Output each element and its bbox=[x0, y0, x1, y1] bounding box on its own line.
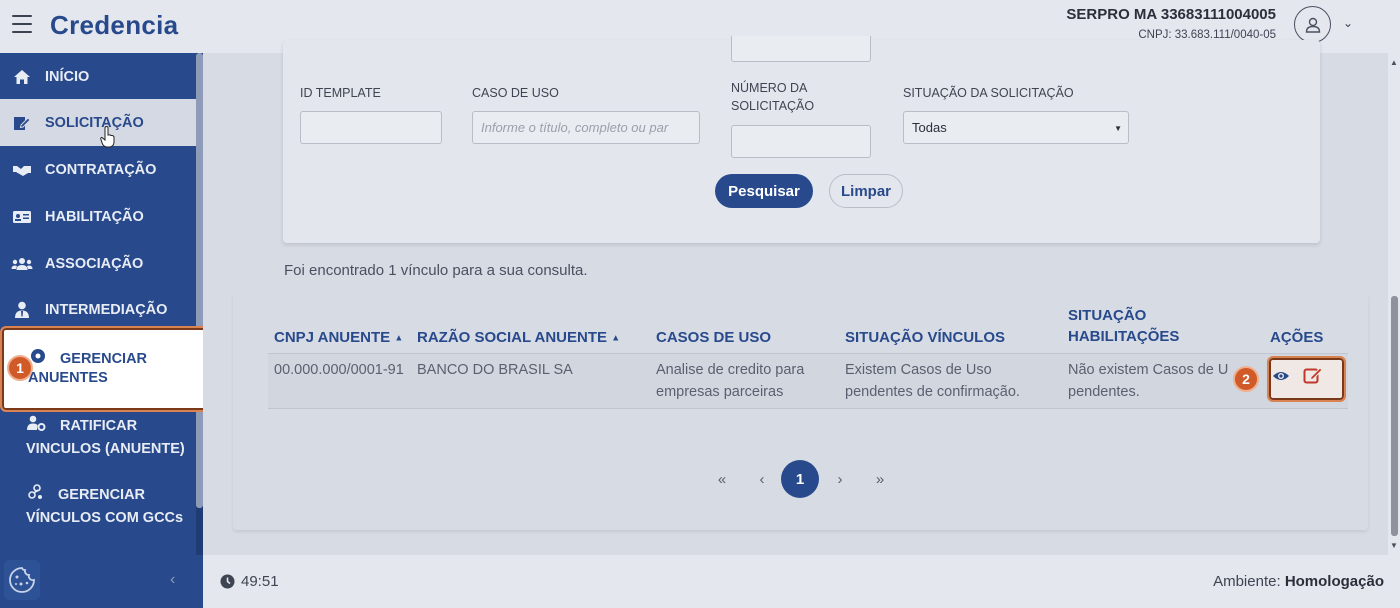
header-line1: SITUAÇÃO bbox=[1068, 307, 1147, 324]
column-header-cnpj[interactable]: CNPJ ANUENTE ▲ bbox=[274, 327, 403, 349]
previous-filter-field[interactable] bbox=[731, 36, 871, 62]
sidebar-subitem-line2: VÍNCULOS COM GCCs bbox=[26, 510, 184, 526]
home-icon bbox=[11, 69, 33, 85]
sidebar-subitem-line1: RATIFICAR bbox=[60, 418, 138, 435]
pagination-last[interactable]: » bbox=[870, 460, 890, 498]
column-header-label: CNPJ ANUENTE bbox=[274, 329, 391, 346]
environment-indicator: Ambiente: Homologação bbox=[1213, 573, 1384, 590]
numero-label-line2: SOLICITAÇÃO bbox=[731, 99, 815, 113]
header-line2: HABILITAÇÕES bbox=[1068, 328, 1180, 345]
sort-asc-icon: ▲ bbox=[394, 332, 404, 343]
chevron-down-icon[interactable]: ⌄ bbox=[1343, 16, 1353, 30]
link-group-icon bbox=[26, 484, 48, 507]
organization-name: SERPRO MA 33683111004005 bbox=[1066, 6, 1276, 23]
column-header-label: RAZÃO SOCIAL ANUENTE bbox=[417, 329, 608, 346]
cell-line1: Não existem Casos de U bbox=[1068, 362, 1229, 378]
user-tie-icon bbox=[11, 301, 33, 318]
step-marker-1: 1 bbox=[7, 355, 33, 381]
cell-cnpj: 00.000.000/0001-91 bbox=[274, 362, 404, 378]
sidebar-item-label: HABILITAÇÃO bbox=[45, 208, 144, 225]
caret-down-icon: ▼ bbox=[1114, 124, 1122, 133]
sidebar-item-label: INTERMEDIAÇÃO bbox=[45, 301, 168, 318]
sidebar-item-label: SOLICITAÇÃO bbox=[45, 114, 144, 131]
sidebar-item-inicio[interactable]: INÍCIO bbox=[0, 53, 196, 100]
main-scrollbar[interactable]: ▲ ▼ bbox=[1388, 53, 1400, 555]
situacao-selected-value: Todas bbox=[912, 120, 947, 135]
sidebar-scrollbar-thumb[interactable] bbox=[196, 53, 203, 508]
gerenciar-anuentes-line1: GERENCIAR bbox=[60, 351, 148, 367]
sidebar-item-solicitacao[interactable]: SOLICITAÇÃO bbox=[0, 99, 196, 146]
sidebar-item-contratacao[interactable]: CONTRATAÇÃO bbox=[0, 146, 196, 193]
sidebar-item-label: CONTRATAÇÃO bbox=[45, 161, 157, 178]
cookie-icon[interactable] bbox=[4, 560, 40, 600]
cell-razao-social: BANCO DO BRASIL SA bbox=[417, 362, 573, 378]
column-header-acoes: AÇÕES bbox=[1270, 329, 1324, 346]
session-timer-value: 49:51 bbox=[241, 573, 279, 590]
id-card-icon bbox=[11, 210, 33, 224]
cell-situacao-vinculos: Existem Casos de Uso pendentes de confir… bbox=[845, 359, 1020, 403]
situacao-solicitacao-select[interactable]: Todas ▼ bbox=[903, 111, 1129, 144]
hand-cursor-icon bbox=[100, 125, 116, 153]
sidebar-item-associacao[interactable]: ASSOCIAÇÃO bbox=[0, 240, 196, 287]
sidebar-subitem-line1: GERENCIAR bbox=[58, 487, 146, 504]
cell-line1: Analise de credito para bbox=[656, 362, 805, 378]
sidebar-item-label: INÍCIO bbox=[45, 68, 90, 85]
environment-label: Ambiente: bbox=[1213, 573, 1281, 590]
menu-hamburger-icon[interactable] bbox=[12, 15, 32, 33]
column-header-razao-social[interactable]: RAZÃO SOCIAL ANUENTE ▲ bbox=[417, 327, 620, 349]
numero-solicitacao-input[interactable] bbox=[731, 125, 871, 158]
user-cog-icon bbox=[26, 415, 48, 438]
clear-button[interactable]: Limpar bbox=[829, 174, 903, 208]
collapse-sidebar-icon[interactable]: ‹ bbox=[170, 571, 175, 589]
caso-uso-label: CASO DE USO bbox=[472, 86, 559, 100]
clock-icon bbox=[220, 574, 235, 589]
search-button[interactable]: Pesquisar bbox=[715, 174, 813, 208]
pagination-prev[interactable]: ‹ bbox=[752, 460, 772, 498]
result-message: Foi encontrado 1 vínculo para a sua cons… bbox=[284, 262, 588, 279]
sidebar-subitem-line2: VINCULOS (ANUENTE) bbox=[26, 441, 185, 457]
sidebar-item-gerenciar-vinculos-gcc[interactable]: GERENCIAR VÍNCULOS COM GCCs bbox=[0, 484, 196, 529]
app-logo[interactable]: Credencia bbox=[50, 10, 178, 41]
sidebar-item-habilitacao[interactable]: HABILITAÇÃO bbox=[0, 193, 196, 240]
column-header-situacao-habilitacoes: SITUAÇÃO HABILITAÇÕES bbox=[1068, 305, 1179, 347]
id-template-input[interactable] bbox=[300, 111, 442, 144]
edit-pencil-icon[interactable] bbox=[1303, 366, 1323, 389]
column-header-casos-uso: CASOS DE USO bbox=[656, 329, 772, 346]
session-timer: 49:51 bbox=[220, 573, 279, 590]
organization-info: SERPRO MA 33683111004005 CNPJ: 33.683.11… bbox=[1066, 6, 1276, 41]
cell-line2: pendentes de confirmação. bbox=[845, 384, 1020, 400]
cell-line1: Existem Casos de Uso bbox=[845, 362, 992, 378]
handshake-icon bbox=[11, 163, 33, 177]
edit-document-icon bbox=[11, 115, 33, 131]
cell-situacao-habilitacoes: Não existem Casos de U pendentes. bbox=[1068, 359, 1234, 403]
users-icon bbox=[11, 257, 33, 271]
numero-label-line1: NÚMERO DA bbox=[731, 81, 808, 95]
id-template-label: ID TEMPLATE bbox=[300, 86, 381, 100]
pagination-page-current[interactable]: 1 bbox=[781, 460, 819, 498]
sort-asc-icon: ▲ bbox=[611, 332, 621, 343]
sidebar-footer: ‹ bbox=[0, 555, 203, 608]
step-marker-2: 2 bbox=[1233, 366, 1259, 392]
cell-casos-uso: Analise de credito para empresas parceir… bbox=[656, 359, 804, 403]
scroll-down-icon[interactable]: ▼ bbox=[1390, 541, 1398, 550]
situacao-solicitacao-label: SITUAÇÃO DA SOLICITAÇÃO bbox=[903, 86, 1074, 100]
environment-value: Homologação bbox=[1284, 573, 1384, 590]
caso-uso-input[interactable]: Informe o título, completo ou par bbox=[472, 111, 700, 144]
view-eye-icon[interactable] bbox=[1272, 369, 1290, 388]
gerenciar-anuentes-line2: ANUENTES bbox=[28, 370, 108, 386]
cell-line2: empresas parceiras bbox=[656, 384, 784, 400]
main-scrollbar-thumb[interactable] bbox=[1391, 296, 1398, 536]
sidebar-item-label: ASSOCIAÇÃO bbox=[45, 255, 144, 272]
numero-solicitacao-label: NÚMERO DA SOLICITAÇÃO bbox=[731, 79, 814, 115]
footer: 49:51 Ambiente: Homologação bbox=[203, 555, 1400, 608]
pagination-next[interactable]: › bbox=[830, 460, 850, 498]
column-header-situacao-vinculos: SITUAÇÃO VÍNCULOS bbox=[845, 329, 1006, 346]
scroll-up-icon[interactable]: ▲ bbox=[1390, 58, 1398, 67]
user-avatar-icon[interactable] bbox=[1294, 6, 1331, 43]
cell-line2: pendentes. bbox=[1068, 384, 1140, 400]
sidebar-item-ratificar-vinculos[interactable]: RATIFICAR VINCULOS (ANUENTE) bbox=[0, 415, 196, 460]
pagination-first[interactable]: « bbox=[712, 460, 732, 498]
